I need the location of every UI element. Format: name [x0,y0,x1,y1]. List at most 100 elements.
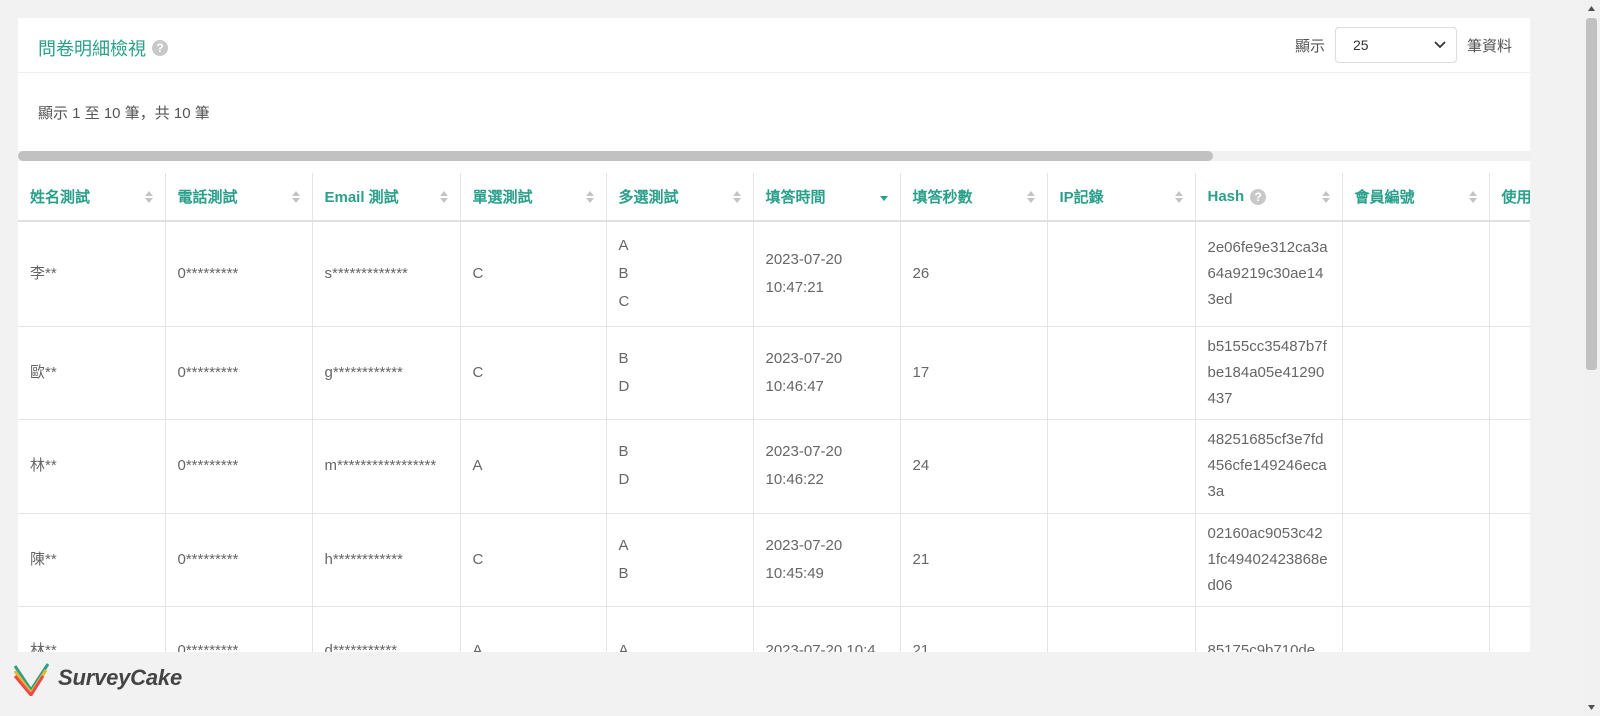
column-header[interactable]: 單選測試 [460,173,607,222]
cell-member [1342,221,1490,327]
table-row[interactable]: 林** 0********* m***************** A B D 2023-0… [18,419,1530,514]
cell-time: 2023-07-20 10:46:47 [753,326,901,420]
column-header[interactable]: 電話測試 [165,173,313,222]
cell-time: 2023-07-20 10:45:49 [753,513,901,607]
scroll-up-icon[interactable] [1587,4,1596,13]
cell-use [1489,221,1530,327]
sort-icon[interactable] [1174,190,1183,204]
sort-desc-icon[interactable] [879,190,888,204]
cell-ip [1047,513,1196,607]
multi-option: D [618,377,630,395]
column-header-label: 姓名測試 [30,189,91,206]
column-header-label: 電話測試 [177,189,238,206]
cell-single: A [460,419,607,514]
cell-hash: 02160ac9053c421fc49402423868ed06 [1195,513,1343,607]
cell-email: h************ [312,513,461,607]
sort-icon[interactable] [1321,190,1330,204]
column-header-label: 填答秒數 [912,189,973,206]
page-size-value: 25 [1352,37,1369,53]
cell-email: m***************** [312,419,461,514]
cell-hash: b5155cc35487b7fbe184a05e41290437 [1195,326,1343,420]
cell-use [1489,326,1530,420]
cell-seconds: 21 [900,606,1048,652]
cell-single: C [460,221,607,327]
vertical-scrollbar-thumb[interactable] [1586,18,1597,370]
cell-multi: AB [606,513,754,607]
cell-phone: 0********* [165,606,313,652]
records-label: 筆資料 [1466,37,1512,55]
cell-email: d*********** [312,606,461,652]
cell-multi: BD [606,326,754,420]
column-header-label: 會員編號 [1354,189,1415,206]
chevron-down-icon [1434,41,1446,49]
cell-single: C [460,513,607,607]
column-header[interactable]: 填答時間 [753,173,901,222]
sort-icon[interactable] [732,190,741,204]
page-title-wrap: 問卷明細檢視 ? [38,35,168,61]
scroll-down-icon[interactable] [1587,703,1596,712]
sort-icon[interactable] [144,190,153,204]
cell-member [1342,513,1490,607]
footer-bar [0,652,1548,716]
multi-option: A [618,236,629,254]
cell-single: A [460,606,607,652]
column-header-label: Email 測試 [324,189,399,206]
cell-ip [1047,606,1196,652]
question-circle-icon[interactable]: ? [152,40,168,56]
column-header-label: 填答時間 [765,189,826,206]
multi-option: D [618,471,630,488]
cell-email: g************ [312,326,461,420]
sort-icon[interactable] [1468,190,1477,204]
column-header[interactable]: Email 測試 [312,173,461,222]
sort-icon[interactable] [1026,190,1035,204]
cell-email: s************* [312,221,461,327]
column-header[interactable]: 會員編號 [1342,173,1490,222]
column-header-label: 多選測試 [618,189,679,206]
cell-single: C [460,326,607,420]
question-circle-icon[interactable]: ? [1250,189,1267,205]
horizontal-scrollbar[interactable] [18,151,1530,161]
column-header[interactable]: 姓名測試 [18,173,166,222]
column-header[interactable]: 填答秒數 [900,173,1048,222]
table-row[interactable]: 陳** 0********* h************ C A B 2023-07-20 … [18,513,1530,607]
cell-name: 陳** [18,513,166,607]
multi-option: C [618,292,630,310]
column-header[interactable]: IP記錄 [1047,173,1196,222]
cell-hash: 48251685cf3e7fd456cfe149246eca3a [1195,419,1343,514]
page-size-control: 顯示 25 筆資料 [1295,27,1512,63]
cell-ip [1047,326,1196,420]
survey-detail-panel: 問卷明細檢視 ? 顯示 25 筆資料 顯示 1 至 10 筆，共 10 筆 姓名… [18,18,1530,652]
table-row[interactable]: 林** 0********* d*********** A A 2023-07-20 10… [18,606,1530,652]
multi-option: B [618,443,629,460]
surveycake-logo-icon [13,663,50,696]
sort-icon[interactable] [585,190,594,204]
cell-multi: A [606,606,754,652]
cell-member [1342,606,1490,652]
horizontal-scrollbar-thumb[interactable] [18,151,1213,161]
sort-icon[interactable] [291,190,300,204]
column-header[interactable]: 多選測試 [606,173,754,222]
column-header[interactable]: Hash? [1195,173,1343,222]
cell-member [1342,419,1490,514]
records-info: 顯示 1 至 10 筆，共 10 筆 [38,105,210,122]
multi-option: B [618,564,629,582]
column-header-label: IP記錄 [1059,189,1104,206]
cell-name: 李** [18,221,166,327]
cell-seconds: 26 [900,221,1048,327]
brand-logo[interactable]: SurveyCake [12,660,182,696]
cell-hash: 2e06fe9e312ca3a64a9219c30ae143ed [1195,221,1343,327]
table-row[interactable]: 李** 0********* s************* C A B C 2023-07-2… [18,221,1530,327]
sort-icon[interactable] [439,190,448,204]
table-row[interactable]: 歐** 0********* g************ C B D 2023-07-20 … [18,326,1530,420]
cell-hash: 85175c9b710de [1195,606,1343,652]
column-header-label: 單選測試 [472,189,533,206]
multi-option: A [618,642,629,652]
cell-use [1489,606,1530,652]
column-header[interactable]: 使用 [1489,173,1530,222]
panel-header: 問卷明細檢視 ? 顯示 25 筆資料 [18,18,1530,73]
vertical-scrollbar[interactable] [1583,0,1600,716]
page-title: 問卷明細檢視 [38,39,146,59]
cell-name: 林** [18,419,166,514]
page-size-select[interactable]: 25 [1334,27,1457,63]
cell-use [1489,513,1530,607]
